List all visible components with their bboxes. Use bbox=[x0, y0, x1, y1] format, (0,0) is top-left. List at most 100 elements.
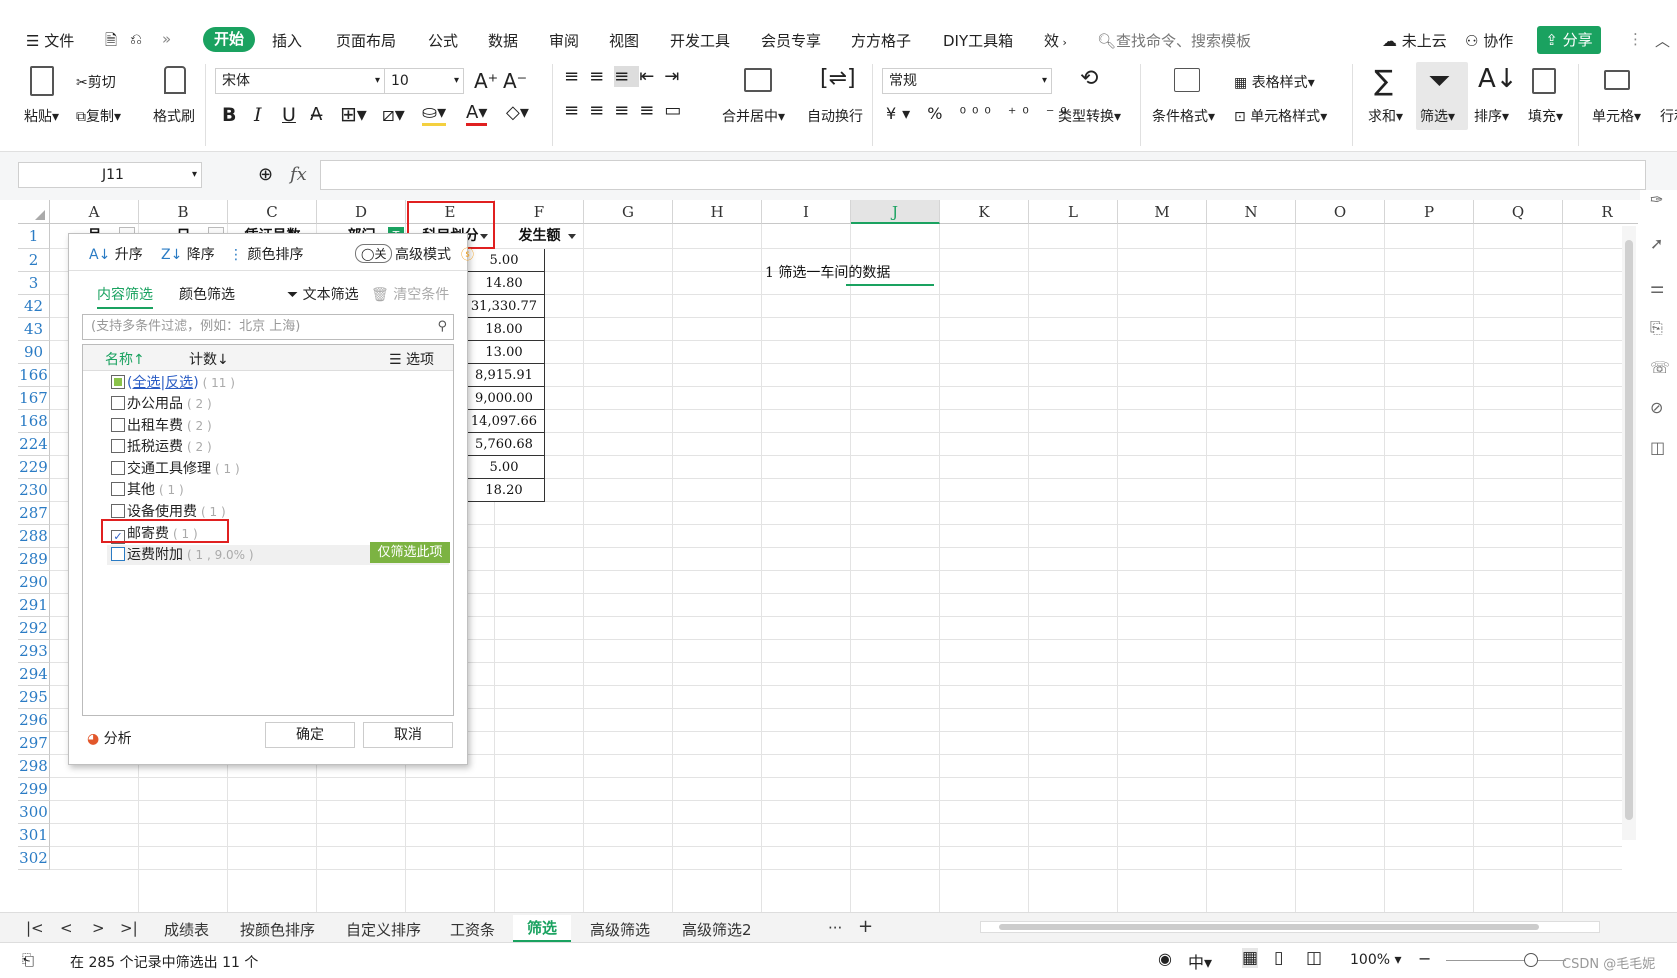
first-sheet-icon[interactable]: |< bbox=[26, 919, 44, 937]
border-icon[interactable]: ⊞▾ bbox=[340, 102, 367, 126]
book-icon[interactable]: ◫ bbox=[1650, 438, 1665, 457]
amount-cell[interactable]: 14,097.66 bbox=[463, 410, 545, 433]
row-header-166[interactable]: 166 bbox=[18, 364, 50, 387]
checkbox[interactable] bbox=[111, 482, 125, 497]
menu-member[interactable]: 会员专享 bbox=[761, 30, 821, 51]
row-header-42[interactable]: 42 bbox=[18, 295, 50, 318]
paste-button[interactable]: 粘贴▾ bbox=[24, 106, 59, 126]
vertical-align-icons[interactable]: ≡≡≡⇤⇥ bbox=[564, 66, 689, 87]
normal-view-icon[interactable]: ▦ bbox=[1242, 948, 1259, 968]
prev-sheet-icon[interactable]: < bbox=[60, 919, 73, 937]
checkbox[interactable] bbox=[111, 504, 125, 518]
menu-ffgz[interactable]: 方方格子 bbox=[851, 30, 911, 51]
zoom-out-icon[interactable]: − bbox=[1418, 949, 1431, 968]
col-header-j[interactable]: J bbox=[851, 200, 940, 224]
sort-desc-button[interactable]: Z↓ 降序 bbox=[161, 244, 215, 264]
fx-icon[interactable]: fx bbox=[290, 164, 307, 185]
number-format-icons[interactable]: ¥▾ % ⁰⁰⁰ ⁺⁰ ⁻⁰ bbox=[886, 104, 1073, 123]
row-header-297[interactable]: 297 bbox=[18, 732, 50, 755]
menu-data[interactable]: 数据 bbox=[488, 30, 518, 51]
row-header-3[interactable]: 3 bbox=[18, 272, 50, 295]
amount-cell[interactable]: 5.00 bbox=[463, 249, 545, 272]
name-box[interactable]: J11 ▾ bbox=[18, 162, 202, 188]
checkbox[interactable] bbox=[111, 439, 125, 454]
share-button[interactable]: ⇪ 分享 bbox=[1537, 26, 1601, 54]
col-header-o[interactable]: O bbox=[1296, 200, 1385, 224]
row-header-295[interactable]: 295 bbox=[18, 686, 50, 709]
row-header-43[interactable]: 43 bbox=[18, 318, 50, 341]
row-header-294[interactable]: 294 bbox=[18, 663, 50, 686]
col-header-h[interactable]: H bbox=[673, 200, 762, 224]
cell-button[interactable]: 单元格▾ bbox=[1592, 106, 1641, 126]
italic-button[interactable]: I bbox=[254, 104, 262, 126]
col-header-a[interactable]: A bbox=[50, 200, 139, 224]
col-header-g[interactable]: G bbox=[584, 200, 673, 224]
zoom-formula-icon[interactable]: ⊕ bbox=[258, 164, 273, 185]
strikethrough-button[interactable]: A̶ bbox=[310, 104, 322, 125]
col-header-f[interactable]: F bbox=[495, 200, 584, 224]
sheet-tab[interactable]: 高级筛选2 bbox=[682, 919, 752, 940]
filter-button[interactable]: 筛选▾ bbox=[1420, 106, 1455, 126]
row-header-293[interactable]: 293 bbox=[18, 640, 50, 663]
cell-style-button[interactable]: ⊡ 单元格样式▾ bbox=[1234, 106, 1327, 126]
font-size-select[interactable]: 10 ▾ bbox=[384, 68, 464, 94]
filter-item[interactable]: 出租车费 ( 2 ) bbox=[111, 416, 212, 436]
menu-file[interactable]: ☰ 文件 bbox=[26, 30, 74, 51]
sort-asc-button[interactable]: A↓ 升序 bbox=[89, 244, 143, 264]
amount-cell[interactable]: 8,915.91 bbox=[463, 364, 545, 387]
cancel-button[interactable]: 取消 bbox=[363, 722, 453, 748]
row-header-90[interactable]: 90 bbox=[18, 341, 50, 364]
col-header-r[interactable]: R bbox=[1563, 200, 1638, 224]
cloud-status[interactable]: ☁ 未上云 bbox=[1382, 30, 1447, 51]
checkbox[interactable] bbox=[111, 547, 125, 562]
row-header-300[interactable]: 300 bbox=[18, 801, 50, 824]
col-header-p[interactable]: P bbox=[1385, 200, 1474, 224]
col-header-c[interactable]: C bbox=[228, 200, 317, 224]
sheet-tab[interactable]: 自定义排序 bbox=[346, 919, 421, 940]
amount-cell[interactable]: 31,330.77 bbox=[463, 295, 545, 318]
row-header-289[interactable]: 289 bbox=[18, 548, 50, 571]
amount-cell[interactable]: 14.80 bbox=[463, 272, 545, 295]
color-sort-button[interactable]: ⋮ 颜色排序 bbox=[229, 244, 303, 264]
eye-protect-icon[interactable]: ◉ bbox=[1158, 949, 1172, 968]
command-search[interactable]: 🔍︎查找命令、搜索模板 bbox=[1097, 30, 1251, 51]
shrink-font-icon[interactable]: A⁻ bbox=[503, 69, 527, 93]
advanced-toggle[interactable]: ◯关 bbox=[355, 244, 393, 263]
sort-by-count[interactable]: 计数↓ bbox=[189, 349, 229, 369]
row-header-168[interactable]: 168 bbox=[18, 410, 50, 433]
zoom-level[interactable]: 100% ▾ bbox=[1350, 952, 1402, 968]
row-header-229[interactable]: 229 bbox=[18, 456, 50, 479]
row-header-167[interactable]: 167 bbox=[18, 387, 50, 410]
input-method-icon[interactable]: 中▾ bbox=[1188, 949, 1212, 973]
filter-item[interactable]: 抵税运费 ( 2 ) bbox=[111, 437, 212, 457]
horizontal-align-icons[interactable]: ≡≡≡≡▭ bbox=[564, 100, 691, 121]
row-header-287[interactable]: 287 bbox=[18, 502, 50, 525]
wrap-text-button[interactable]: 自动换行 bbox=[807, 106, 863, 126]
copy-button[interactable]: ⧉复制▾ bbox=[76, 106, 121, 126]
menu-dev-tools[interactable]: 开发工具 bbox=[670, 30, 730, 51]
macro-icon[interactable]: ⎗ bbox=[22, 951, 34, 969]
menu-effect[interactable]: 效 › bbox=[1044, 30, 1067, 51]
save-icon[interactable]: 🗎 bbox=[105, 30, 117, 55]
select-all-item[interactable]: (全选|反选)( 11 ) bbox=[111, 373, 235, 393]
col-header-l[interactable]: L bbox=[1029, 200, 1118, 224]
pin-icon[interactable]: ✑ bbox=[1650, 190, 1663, 209]
sheet-tab[interactable]: 工资条 bbox=[450, 919, 495, 940]
clear-conditions-button[interactable]: 🗑︎ 清空条件 bbox=[371, 284, 449, 304]
text-filter-button[interactable]: ⏷ 文本筛选 bbox=[287, 284, 359, 304]
row-header-224[interactable]: 224 bbox=[18, 433, 50, 456]
col-header-k[interactable]: K bbox=[940, 200, 1029, 224]
sheet-tab[interactable]: 成绩表 bbox=[164, 919, 209, 940]
formula-input[interactable] bbox=[320, 160, 1646, 190]
col-header-q[interactable]: Q bbox=[1474, 200, 1563, 224]
filter-dropdown-amount[interactable] bbox=[564, 227, 580, 245]
row-header-292[interactable]: 292 bbox=[18, 617, 50, 640]
checkbox[interactable] bbox=[111, 460, 125, 475]
more-icon[interactable]: » bbox=[162, 30, 171, 48]
tab-content-filter[interactable]: 内容筛选 bbox=[97, 284, 153, 309]
amount-cell[interactable]: 18.00 bbox=[463, 318, 545, 341]
filter-item[interactable]: 办公用品 ( 2 ) bbox=[111, 394, 212, 414]
page-view-icon[interactable]: ▯ bbox=[1274, 948, 1283, 968]
row-header-230[interactable]: 230 bbox=[18, 479, 50, 502]
menu-review[interactable]: 审阅 bbox=[549, 30, 579, 51]
